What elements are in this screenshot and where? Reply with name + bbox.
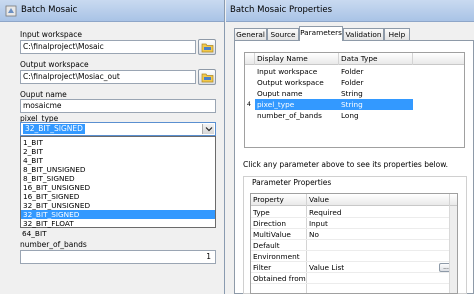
param-row[interactable]: number_of_bands Long [245, 110, 464, 121]
folder-icon [201, 73, 214, 83]
chevron-down-icon [205, 127, 213, 132]
tab-general[interactable]: General [234, 28, 267, 40]
output-name-label: Ouput name [20, 90, 67, 99]
property-value: Input [309, 219, 328, 228]
property-row[interactable]: Obtained from [251, 273, 457, 284]
output-workspace-label: Output workspace [20, 60, 89, 69]
window-title: Batch Mosaic Properties [230, 5, 332, 15]
parameter-properties-title: Parameter Properties [250, 178, 334, 187]
input-workspace-field[interactable]: C:\finalproject\Mosaic [20, 40, 196, 54]
param-type: String [341, 89, 363, 98]
param-row[interactable]: Ouput name String [245, 88, 464, 99]
option-8-bit-signed[interactable]: 8_BIT_SIGNED [21, 174, 215, 183]
option-64-bit[interactable]: 64_BIT [22, 229, 47, 238]
property-value: Required [309, 208, 342, 217]
tab-help[interactable]: Help [384, 28, 410, 40]
property-row[interactable]: MultiValue No [251, 229, 457, 240]
output-workspace-field[interactable]: C:\finalproject\Mosiac_out [20, 70, 196, 84]
param-name: pixel_type [255, 99, 339, 110]
window-title: Batch Mosaic [21, 5, 78, 15]
property-row[interactable]: Direction Input [251, 218, 457, 229]
browse-output-button[interactable] [198, 69, 216, 85]
option-16-bit-unsigned[interactable]: 16_BIT_UNSIGNED [21, 183, 215, 192]
batch-mosaic-properties-dialog: Batch Mosaic Properties General Source P… [226, 0, 474, 294]
property-value [307, 273, 309, 284]
browse-input-button[interactable] [198, 39, 216, 55]
property-value: No [309, 230, 319, 239]
property-row[interactable]: Filter Value List ... [251, 262, 457, 273]
property-name: Environment [253, 252, 300, 261]
pixel-type-dropdown-list: 1_BIT 2_BIT 4_BIT 8_BIT_UNSIGNED 8_BIT_S… [20, 136, 216, 228]
option-1-bit[interactable]: 1_BIT [21, 138, 215, 147]
pixel-type-selected: 32_BIT_SIGNED [23, 124, 85, 134]
tab-validation[interactable]: Validation [343, 28, 384, 40]
tab-parameters[interactable]: Parameters [299, 26, 343, 41]
property-name: Obtained from [253, 274, 306, 283]
option-2-bit[interactable]: 2_BIT [21, 147, 215, 156]
input-workspace-label: Input workspace [20, 30, 82, 39]
property-row[interactable]: Type Required [251, 207, 457, 218]
property-name: Default [253, 241, 280, 250]
option-4-bit[interactable]: 4_BIT [21, 156, 215, 165]
title-bar[interactable]: Batch Mosaic Properties [226, 0, 474, 22]
property-value [307, 240, 309, 251]
param-name: number_of_bands [257, 111, 322, 120]
param-row-selected[interactable]: 4 pixel_type String [245, 99, 464, 110]
option-32-bit-float[interactable]: 32_BIT_FLOAT [21, 219, 215, 228]
param-name: Ouput name [257, 89, 303, 98]
parameters-grid: Display Name Data Type Input workspace F… [244, 52, 465, 148]
param-row[interactable]: Output workspace Folder [245, 77, 464, 88]
output-name-field[interactable]: mosaicme [20, 99, 216, 113]
number-of-bands-field[interactable]: 1 [20, 250, 216, 264]
property-name: Direction [253, 219, 286, 228]
property-name: MultiValue [253, 230, 291, 239]
title-bar[interactable]: Batch Mosaic [0, 0, 224, 22]
grid-header: Property Value [251, 194, 457, 206]
tool-icon [5, 5, 17, 17]
vertical-scrollbar[interactable] [449, 206, 457, 293]
folder-icon [201, 43, 214, 53]
number-of-bands-label: number_of_bands [20, 240, 87, 249]
batch-mosaic-dialog: Batch Mosaic Input workspace C:\finalpro… [0, 0, 225, 294]
dropdown-arrow-button[interactable] [202, 124, 214, 134]
param-type: String [339, 99, 413, 110]
option-32-bit-signed[interactable]: 32_BIT_SIGNED [21, 210, 215, 219]
option-8-bit-unsigned[interactable]: 8_BIT_UNSIGNED [21, 165, 215, 174]
column-data-type[interactable]: Data Type [339, 53, 413, 65]
param-name: Input workspace [257, 67, 318, 76]
option-16-bit-signed[interactable]: 16_BIT_SIGNED [21, 192, 215, 201]
property-name: Type [253, 208, 270, 217]
property-value [307, 251, 309, 262]
param-type: Folder [341, 67, 364, 76]
row-header-corner [245, 53, 255, 65]
param-type: Long [341, 111, 359, 120]
param-name: Output workspace [257, 78, 324, 87]
selected-row-marker: 4 [246, 100, 252, 108]
column-value[interactable]: Value [307, 194, 450, 206]
pixel-type-combo[interactable]: 32_BIT_SIGNED [20, 122, 216, 136]
hint-text: Click any parameter above to see its pro… [243, 160, 449, 169]
param-type: Folder [341, 78, 364, 87]
property-row[interactable]: Environment [251, 251, 457, 262]
tab-source[interactable]: Source [267, 28, 299, 40]
param-row[interactable]: Input workspace Folder [245, 66, 464, 77]
column-display-name[interactable]: Display Name [255, 53, 339, 65]
property-value: Value List [309, 263, 345, 272]
property-name: Filter [253, 263, 272, 272]
column-property[interactable]: Property [251, 194, 307, 206]
option-32-bit-unsigned[interactable]: 32_BIT_UNSIGNED [21, 201, 215, 210]
parameter-properties-grid: Property Value Type Required Direction I… [250, 193, 458, 294]
grid-header: Display Name Data Type [245, 53, 464, 65]
property-row[interactable]: Default [251, 240, 457, 251]
